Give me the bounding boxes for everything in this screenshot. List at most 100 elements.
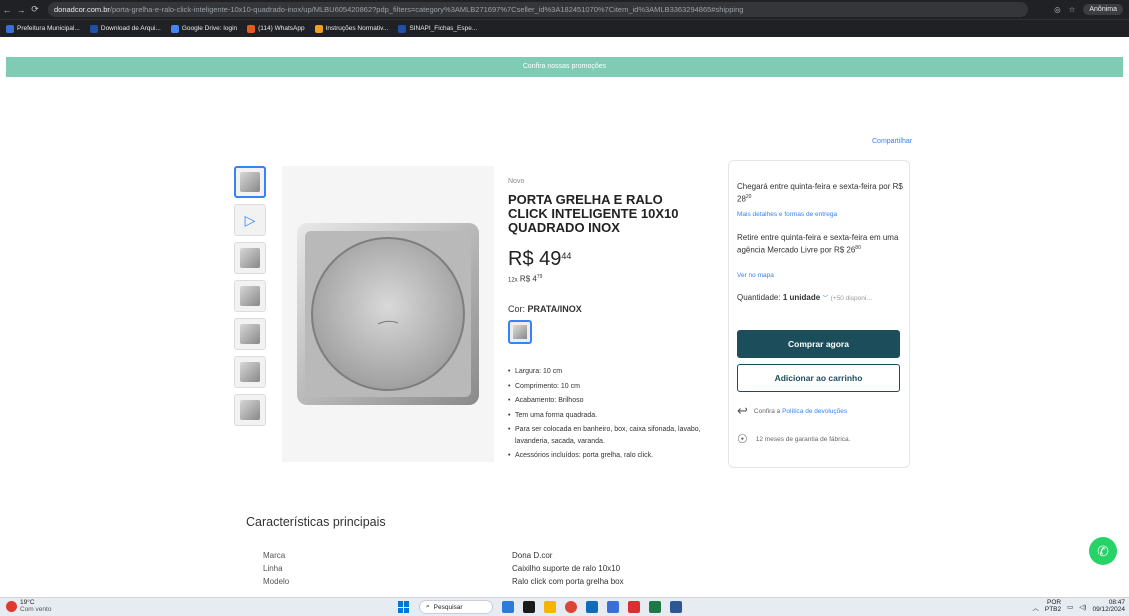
spec-item: Comprimento: 10 cm <box>508 381 708 393</box>
back-icon[interactable]: ← <box>0 5 14 15</box>
color-label: Cor: <box>508 304 526 314</box>
product-thumb-image <box>240 248 260 268</box>
forward-icon[interactable]: → <box>14 5 28 15</box>
quantity-selector[interactable]: Quantidade: 1 unidade ﹀ (+50 disponí... <box>737 292 872 305</box>
bookmark-item[interactable]: Google Drive: login <box>170 24 238 33</box>
return-icon: ↩ <box>737 403 748 418</box>
thumbnail-6[interactable] <box>234 356 266 388</box>
char-key: Linha <box>263 564 283 573</box>
task-view-icon[interactable] <box>523 601 535 613</box>
char-row: Modelo Ralo click com porta grelha box <box>263 577 763 586</box>
reload-icon[interactable]: ⟳ <box>28 4 42 15</box>
bookmark-label: Download de Arqui... <box>100 25 161 32</box>
char-row: Linha Caixilho suporte de ralo 10x10 <box>263 564 763 573</box>
return-policy: ↩ Confira a Política de devoluções <box>737 403 847 419</box>
copilot-icon[interactable] <box>502 601 514 613</box>
bookmark-item[interactable]: Prefeitura Municipal... <box>6 24 80 33</box>
share-link[interactable]: Compartilhar <box>872 138 912 145</box>
product-title: PORTA GRELHA E RALO CLICK INTELIGENTE 10… <box>508 192 679 235</box>
quantity-value: 1 unidade <box>782 293 821 302</box>
installments: 12x R$ 479 <box>508 274 542 284</box>
thumbnail-4[interactable] <box>234 280 266 312</box>
thumbnail-5[interactable] <box>234 318 266 350</box>
condition-label: Novo <box>508 178 525 185</box>
spec-item: Acessórios incluídos: porta grelha, ralo… <box>508 450 708 462</box>
eye-off-icon[interactable]: ◎ <box>1054 5 1061 14</box>
char-key: Marca <box>263 551 286 560</box>
date: 09/12/2024 <box>1092 605 1125 613</box>
warranty-info: ☉ 12 meses de garantia de fábrica. <box>737 432 850 446</box>
thumbnail-1[interactable] <box>234 166 266 198</box>
installments-cents: 79 <box>536 274 543 280</box>
thumbnail-video[interactable]: ▷ <box>234 204 266 236</box>
chevron-down-icon: ﹀ <box>822 296 829 302</box>
language-indicator[interactable]: POR PTB2 <box>1045 599 1061 613</box>
spec-list: Largura: 10 cm Comprimento: 10 cm Acabamen… <box>508 366 708 465</box>
char-key: Modelo <box>263 577 290 586</box>
acrobat-icon[interactable] <box>628 601 640 613</box>
color-value: PRATA/INOX <box>527 304 582 314</box>
spec-item: Acabamento: Brilhoso <box>508 395 708 407</box>
calculator-icon[interactable] <box>586 601 598 613</box>
bookmark-label: Instruções Normativ... <box>325 25 389 32</box>
excel-icon[interactable] <box>649 601 661 613</box>
search-label: Pesquisar <box>433 603 463 611</box>
whatsapp-button[interactable]: ✆ <box>1089 537 1117 565</box>
delivery-info: Chegará entre quinta-feira e sexta-feira… <box>737 181 907 205</box>
pickup-cents: 80 <box>855 245 861 251</box>
color-swatch[interactable] <box>508 320 532 344</box>
pickup-info: Retire entre quinta-feira e sexta-feira … <box>737 232 907 256</box>
network-icon[interactable]: ▭ <box>1067 603 1073 611</box>
quantity-available: (+50 disponí... <box>830 295 873 302</box>
spec-item: Largura: 10 cm <box>508 366 708 378</box>
buy-now-button[interactable]: Comprar agora <box>737 330 900 358</box>
bookmark-item[interactable]: SINAPI_Fichas_Espe... <box>398 24 478 33</box>
product-thumb-image <box>240 286 260 306</box>
address-bar[interactable]: donadcor.com.br/porta-grelha-e-ralo-clic… <box>48 2 1028 17</box>
bookmark-label: SINAPI_Fichas_Espe... <box>409 25 478 32</box>
weather-icon <box>6 601 17 612</box>
taskbar: 19°C Com vento ⌕ Pesquisar ︿ POR PTB2 ▭ ◁) … <box>0 597 1129 616</box>
product-main-image[interactable] <box>282 166 494 462</box>
chrome-icon[interactable] <box>565 601 577 613</box>
bookmarks-bar: Prefeitura Municipal... Download de Arqui… <box>0 19 1129 37</box>
clock[interactable]: 08:47 09/12/2024 <box>1092 599 1125 613</box>
bookmark-item[interactable]: (114) WhatsApp <box>247 24 305 33</box>
chevron-up-icon[interactable]: ︿ <box>1032 602 1039 612</box>
start-icon[interactable] <box>398 601 410 613</box>
bookmark-item[interactable]: Instruções Normativ... <box>314 24 389 33</box>
taskbar-search[interactable]: ⌕ Pesquisar <box>419 600 493 614</box>
return-prefix: Confira a <box>753 407 781 415</box>
thumbnail-3[interactable] <box>234 242 266 274</box>
color-selector-label: Cor: PRATA/INOX <box>508 304 582 314</box>
url-domain: donadcor.com.br <box>54 5 110 14</box>
bookmark-favicon-icon <box>247 24 256 33</box>
promo-banner[interactable]: Confira nossas promoções <box>6 57 1123 77</box>
swatch-image <box>513 325 527 339</box>
file-explorer-icon[interactable] <box>544 601 556 613</box>
bookmark-favicon-icon <box>6 24 14 33</box>
store-icon[interactable] <box>607 601 619 613</box>
drain-grate-image <box>297 223 479 405</box>
incognito-profile-button[interactable]: Anônima <box>1083 4 1123 15</box>
quantity-label: Quantidade: <box>737 293 781 302</box>
weather-widget[interactable]: 19°C Com vento <box>6 599 52 613</box>
add-to-cart-button[interactable]: Adicionar ao carrinho <box>737 364 900 392</box>
delivery-details-link[interactable]: Mais detalhes e formas de entrega <box>737 209 837 220</box>
star-icon[interactable]: ☆ <box>1069 5 1076 14</box>
char-value: Caixilho suporte de ralo 10x10 <box>512 564 621 573</box>
bookmark-label: Google Drive: login <box>181 25 238 32</box>
whatsapp-icon: ✆ <box>1097 542 1109 559</box>
installments-value: R$ 4 <box>519 274 537 284</box>
word-icon[interactable] <box>670 601 682 613</box>
thumbnail-7[interactable] <box>234 394 266 426</box>
return-policy-link[interactable]: Política de devoluções <box>782 408 847 415</box>
weather-desc: Com vento <box>20 605 52 613</box>
view-map-link[interactable]: Ver no mapa <box>737 270 774 281</box>
bookmark-item[interactable]: Download de Arqui... <box>89 24 161 33</box>
price: R$ 4944 <box>508 248 571 271</box>
spec-item: Tem uma forma quadrada. <box>508 410 708 422</box>
bookmark-label: Prefeitura Municipal... <box>17 25 80 32</box>
url-path: /porta-grelha-e-ralo-click-inteligente-1… <box>109 5 744 14</box>
volume-icon[interactable]: ◁) <box>1079 603 1086 611</box>
